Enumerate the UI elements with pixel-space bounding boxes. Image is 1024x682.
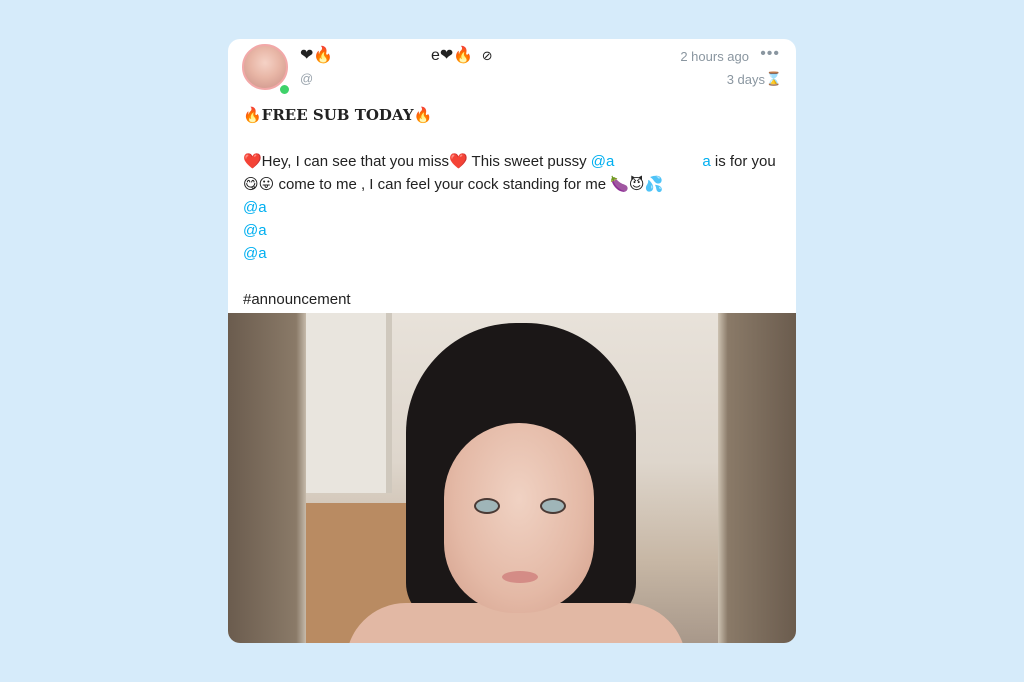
post-expiry: 3 days xyxy=(726,72,765,87)
post-timestamp: 2 hours ago xyxy=(680,49,749,64)
mention-link[interactable]: @a xyxy=(243,242,783,265)
post-text: 🔥FREE SUB TODAY🔥 ❤️Hey, I can see that y… xyxy=(243,104,783,311)
hourglass-icon: ⌛ xyxy=(765,71,782,86)
mention-link[interactable]: @a xyxy=(243,219,783,242)
hashtag-link[interactable]: #announcement xyxy=(243,288,783,311)
post-headline: 🔥FREE SUB TODAY🔥 xyxy=(243,106,433,124)
mention-link[interactable]: @a xyxy=(591,153,615,170)
online-status-icon xyxy=(278,83,291,96)
author-handle[interactable]: @ xyxy=(300,71,313,86)
author-name-end[interactable]: e❤🔥 ⊘ xyxy=(431,45,493,65)
post-line-2: 😋😛 come to me , I can feel your cock sta… xyxy=(243,176,664,193)
verified-badge-icon: ⊘ xyxy=(481,48,493,63)
post-card: ❤🔥 e❤🔥 ⊘ @ 2 hours ago ••• 3 days ⌛ 🔥FRE… xyxy=(228,39,796,643)
mention-link[interactable]: @a xyxy=(243,196,783,219)
photo-eye-left xyxy=(474,498,500,514)
post-line-1-suffix: is for you xyxy=(710,153,776,170)
post-photo[interactable] xyxy=(306,313,718,643)
photo-eye-right xyxy=(540,498,566,514)
photo-door xyxy=(306,313,392,493)
post-media[interactable] xyxy=(228,313,796,643)
post-line-1: ❤️Hey, I can see that you miss❤️ This sw… xyxy=(243,150,783,173)
photo-lips xyxy=(502,571,538,583)
post-line-1-text: ❤️Hey, I can see that you miss❤️ This sw… xyxy=(243,153,591,170)
author-name-end-text: e❤🔥 xyxy=(431,47,474,64)
more-options-icon[interactable]: ••• xyxy=(760,45,780,63)
author-name-start[interactable]: ❤🔥 xyxy=(300,45,333,65)
mention-link-tail[interactable]: a xyxy=(702,153,710,170)
photo-face xyxy=(444,423,594,613)
